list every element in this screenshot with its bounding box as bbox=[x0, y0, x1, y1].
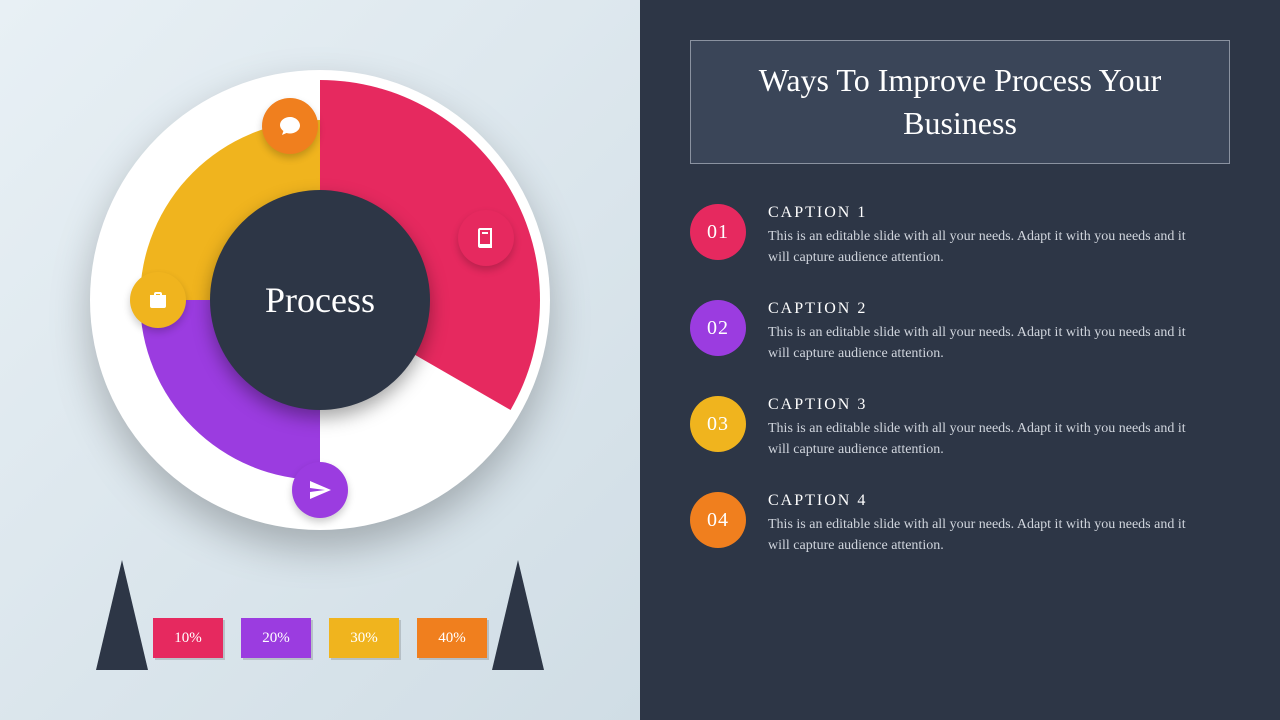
caption-number: 01 bbox=[707, 221, 729, 244]
caption-body: This is an editable slide with all your … bbox=[768, 322, 1188, 364]
caption-body: This is an editable slide with all your … bbox=[768, 514, 1188, 556]
legend-chip: 20% bbox=[241, 618, 311, 658]
caption-title: CAPTION 2 bbox=[768, 300, 1188, 318]
caption-item: 02 CAPTION 2 This is an editable slide w… bbox=[690, 300, 1230, 364]
caption-number: 03 bbox=[707, 413, 729, 436]
caption-number-badge: 03 bbox=[690, 396, 746, 452]
process-wheel: Process bbox=[90, 70, 550, 530]
caption-title: CAPTION 1 bbox=[768, 204, 1188, 222]
legend-chip: 10% bbox=[153, 618, 223, 658]
legend-chip: 30% bbox=[329, 618, 399, 658]
graphic-panel: Process 10% 20% 30% 40% bbox=[0, 0, 640, 720]
triangle-right-decor bbox=[492, 560, 544, 670]
legend-chip: 40% bbox=[417, 618, 487, 658]
legend-label: 10% bbox=[174, 630, 202, 647]
slide-title: Ways To Improve Process Your Business bbox=[690, 40, 1230, 164]
legend-row: 10% 20% 30% 40% bbox=[152, 618, 488, 658]
paper-plane-icon bbox=[292, 462, 348, 518]
caption-number-badge: 02 bbox=[690, 300, 746, 356]
caption-number-badge: 04 bbox=[690, 492, 746, 548]
caption-number-badge: 01 bbox=[690, 204, 746, 260]
caption-title: CAPTION 4 bbox=[768, 492, 1188, 510]
caption-body: This is an editable slide with all your … bbox=[768, 418, 1188, 460]
legend-label: 40% bbox=[438, 630, 466, 647]
briefcase-icon bbox=[130, 272, 186, 328]
caption-number: 02 bbox=[707, 317, 729, 340]
legend-label: 20% bbox=[262, 630, 290, 647]
book-icon bbox=[458, 210, 514, 266]
content-panel: Ways To Improve Process Your Business 01… bbox=[640, 0, 1280, 720]
caption-number: 04 bbox=[707, 509, 729, 532]
caption-item: 04 CAPTION 4 This is an editable slide w… bbox=[690, 492, 1230, 556]
caption-title: CAPTION 3 bbox=[768, 396, 1188, 414]
legend-label: 30% bbox=[350, 630, 378, 647]
caption-item: 01 CAPTION 1 This is an editable slide w… bbox=[690, 204, 1230, 268]
wheel-center-label: Process bbox=[265, 279, 375, 321]
slide-title-text: Ways To Improve Process Your Business bbox=[759, 62, 1162, 141]
wheel-center: Process bbox=[210, 190, 430, 410]
legend: 10% 20% 30% 40% bbox=[90, 560, 550, 680]
speech-icon bbox=[262, 98, 318, 154]
triangle-left-decor bbox=[96, 560, 148, 670]
caption-body: This is an editable slide with all your … bbox=[768, 226, 1188, 268]
caption-item: 03 CAPTION 3 This is an editable slide w… bbox=[690, 396, 1230, 460]
